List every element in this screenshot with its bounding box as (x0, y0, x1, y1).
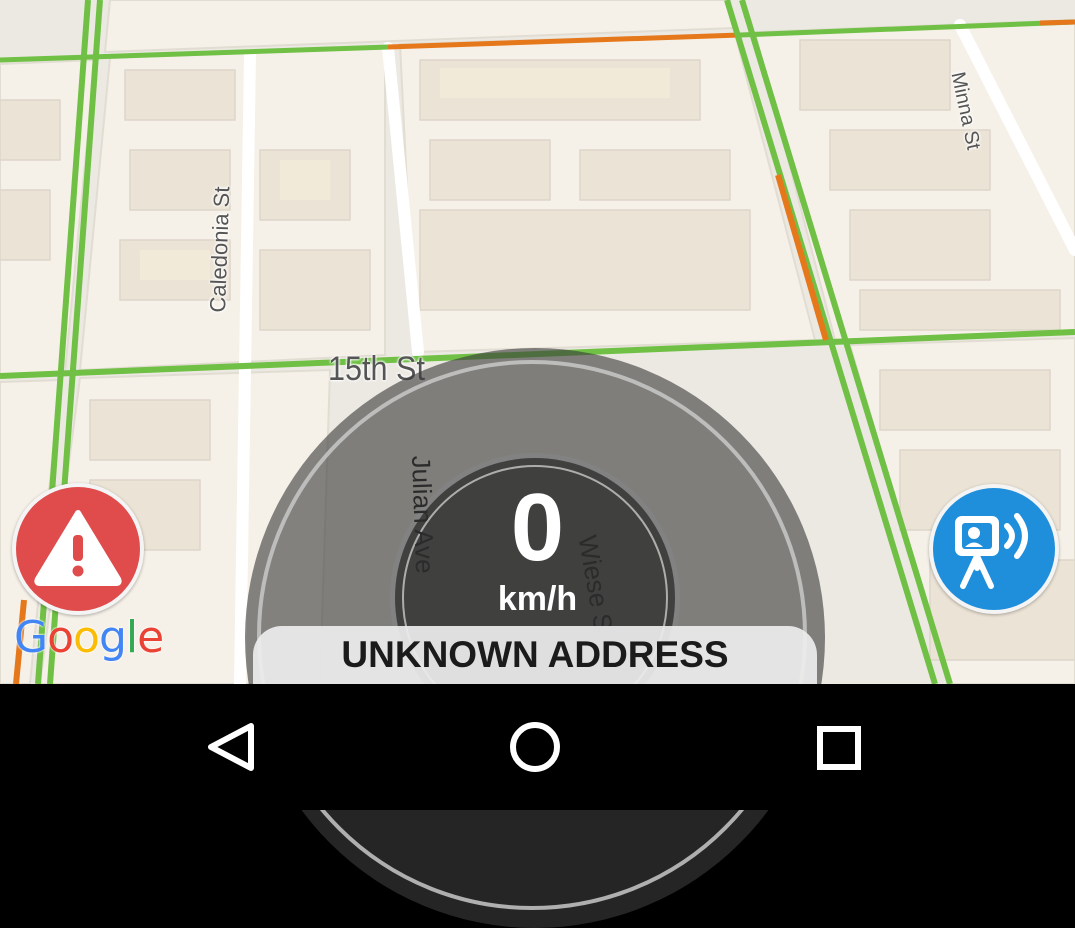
home-circle-icon (510, 722, 560, 772)
speed-value: 0 (510, 474, 565, 581)
nav-home-button[interactable] (475, 684, 595, 810)
speed-camera-button[interactable] (929, 484, 1059, 614)
google-logo-letter: l (125, 612, 138, 663)
google-logo-letter: g (98, 612, 127, 663)
google-logo-letter: G (14, 612, 48, 663)
system-navigation-bar (0, 684, 1075, 810)
google-logo-letter: o (73, 612, 100, 663)
address-bar[interactable]: UNKNOWN ADDRESS (253, 626, 817, 684)
recents-square-icon (817, 726, 861, 770)
google-logo-letter: o (47, 612, 74, 663)
nav-back-button[interactable] (173, 684, 293, 810)
nav-recents-button[interactable] (779, 684, 899, 810)
google-logo: Google (14, 612, 164, 663)
google-logo-letter: e (137, 612, 164, 663)
warning-triangle-icon (34, 510, 122, 586)
report-alert-button[interactable] (12, 483, 144, 615)
speed-unit: km/h (497, 580, 578, 618)
back-triangle-icon (208, 723, 254, 771)
speed-camera-icon (955, 513, 1028, 589)
street-label-caledonia: Caledonia St (205, 186, 235, 313)
address-text: UNKNOWN ADDRESS (341, 634, 729, 675)
